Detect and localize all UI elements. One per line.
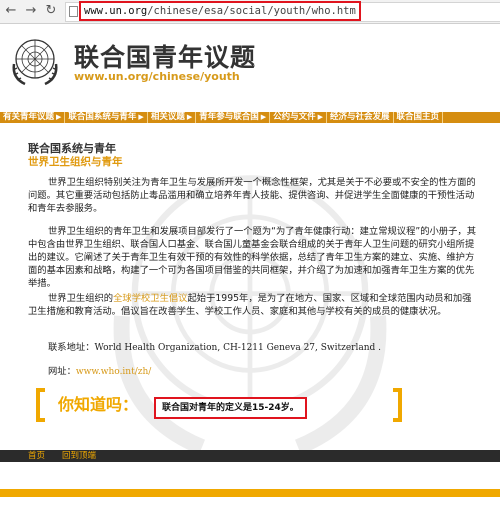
- paragraph-who-focus: 世界卫生组织特别关注为青年卫生与发展所开发一个概念性框架，尤其是关于不必要或不安…: [28, 177, 476, 214]
- back-arrow-icon[interactable]: ←: [3, 3, 19, 19]
- nav-youth-participation[interactable]: 青年参与联合国 ▶: [196, 112, 271, 123]
- url-host: www.un.org: [84, 5, 148, 17]
- paragraph-school-health: 世界卫生组织的全球学校卫生倡议起始于1995年，是为了在地方、国家、区域和全球范…: [28, 293, 472, 317]
- who-website-link[interactable]: www.who.int/zh/: [76, 367, 151, 377]
- youth-definition-fact: 联合国对青年的定义是15-24岁。: [154, 397, 307, 419]
- left-bracket: [36, 388, 45, 422]
- footer-bar: 首页 回到顶端: [0, 450, 500, 462]
- site-url[interactable]: www.un.org/chinese/youth: [74, 70, 240, 83]
- website: 网址：www.who.int/zh/: [48, 366, 152, 377]
- nav-un-home[interactable]: 联合国主页: [394, 112, 444, 123]
- nav-youth-issues[interactable]: 有关青年议题 ▶: [0, 112, 66, 123]
- forward-arrow-icon[interactable]: →: [23, 3, 39, 19]
- nav-related-issues[interactable]: 相关议题 ▶: [148, 112, 197, 123]
- global-school-health-link[interactable]: 全球学校卫生倡议: [113, 293, 187, 304]
- site-title: 联合国青年议题: [74, 43, 257, 72]
- nav-un-system-youth[interactable]: 联合国系统与青年 ▶: [65, 112, 148, 123]
- un-emblem-icon: [12, 39, 58, 86]
- nav-conventions-documents[interactable]: 公约与文件 ▶: [270, 112, 328, 123]
- main-navigation: 有关青年议题 ▶ 联合国系统与青年 ▶ 相关议题 ▶ 青年参与联合国 ▶ 公约与文件 ▶ …: [0, 112, 500, 123]
- page-icon: [69, 6, 78, 17]
- url-text[interactable]: www.un.org/chinese/esa/social/youth/who.…: [79, 1, 361, 21]
- section-subtitle: 世界卫生组织与青年: [28, 156, 123, 168]
- footer-home-link[interactable]: 首页: [28, 450, 45, 462]
- nav-economic-social[interactable]: 经济与社会发展: [327, 112, 394, 123]
- url-path: /chinese/esa/social/youth/who.htm: [147, 5, 356, 17]
- bottom-stripe: [0, 489, 500, 497]
- footer-back-to-top-link[interactable]: 回到顶端: [62, 450, 96, 462]
- reload-icon[interactable]: ↻: [43, 3, 59, 19]
- paragraph-who-booklet: 世界卫生组织的青年卫生和发展项目部发行了一个题为“为了青年健康行动：建立常规议程…: [28, 226, 476, 289]
- contact-address: 联系地址：World Health Organization, CH-1211 …: [48, 342, 381, 353]
- browser-toolbar: ← → ↻ www.un.org/chinese/esa/social/yout…: [0, 0, 500, 24]
- did-you-know-label: 你知道吗：: [58, 395, 139, 414]
- right-bracket: [393, 388, 402, 422]
